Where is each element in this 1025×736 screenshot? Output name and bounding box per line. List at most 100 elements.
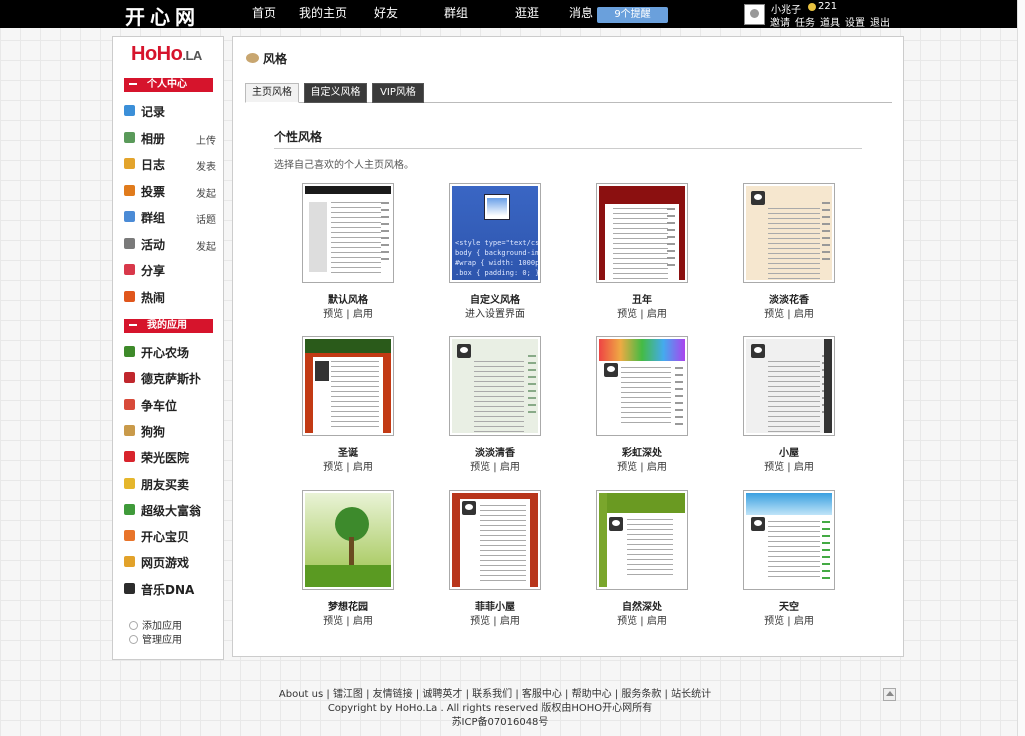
sidebar-item[interactable]: 活动 发起 xyxy=(124,236,216,254)
style-thumbnail[interactable] xyxy=(449,490,541,590)
preview-link[interactable]: 预览 xyxy=(764,616,784,627)
nav-groups[interactable]: 群组 xyxy=(414,0,498,28)
sidebar-item[interactable]: 群组 话题 xyxy=(124,209,216,227)
star-game-icon xyxy=(124,556,135,568)
app-item[interactable]: 网页游戏 xyxy=(124,554,216,572)
sidebar-item-action[interactable]: 发表 xyxy=(196,158,216,173)
app-item[interactable]: 超级大富翁 xyxy=(124,502,216,520)
sidebar-item[interactable]: 相册 上传 xyxy=(124,130,216,148)
enable-link[interactable]: 启用 xyxy=(794,616,814,627)
style-card: 圣诞 预览 | 启用 xyxy=(288,336,408,476)
user-avatar[interactable] xyxy=(744,4,765,25)
scroll-top-button[interactable] xyxy=(883,688,896,701)
style-thumbnail[interactable] xyxy=(743,336,835,436)
sidebar-item[interactable]: 记录 xyxy=(124,103,216,121)
add-app-link[interactable]: 添加应用 xyxy=(129,617,182,632)
app-item[interactable]: 德克萨斯扑 xyxy=(124,370,216,388)
style-card: 自然深处 预览 | 启用 xyxy=(582,490,702,630)
thumbnail-preview xyxy=(599,493,685,587)
items-link[interactable]: 道具 xyxy=(820,14,840,29)
tab-vip-style[interactable]: VIP风格 xyxy=(372,83,424,103)
style-thumbnail[interactable] xyxy=(302,336,394,436)
sidebar-item[interactable]: 投票 发起 xyxy=(124,183,216,201)
style-thumbnail[interactable] xyxy=(596,490,688,590)
app-item[interactable]: 朋友买卖 xyxy=(124,476,216,494)
preview-link[interactable]: 预览 xyxy=(617,309,637,320)
sidebar-item-action[interactable]: 发起 xyxy=(196,238,216,253)
invite-link[interactable]: 邀请 xyxy=(770,14,790,29)
enable-link[interactable]: 启用 xyxy=(794,462,814,473)
sidebar-item[interactable]: 日志 发表 xyxy=(124,156,216,174)
style-thumbnail[interactable] xyxy=(449,336,541,436)
style-thumbnail[interactable] xyxy=(302,490,394,590)
preview-link[interactable]: 预览 xyxy=(470,462,490,473)
manage-app-link[interactable]: 管理应用 xyxy=(129,631,182,646)
sidebar-item-action[interactable]: 发起 xyxy=(196,185,216,200)
style-actions: 进入设置界面 xyxy=(435,305,555,320)
enable-link[interactable]: 启用 xyxy=(794,309,814,320)
preview-link[interactable]: 预览 xyxy=(323,309,343,320)
sidebar-item-action[interactable]: 上传 xyxy=(196,132,216,147)
nav-friends[interactable]: 好友 xyxy=(358,0,414,28)
style-name: 丑年 xyxy=(632,295,652,306)
enable-link[interactable]: 启用 xyxy=(353,616,373,627)
main-panel: 风格 主页风格 自定义风格 VIP风格 个性风格 选择自己喜欢的个人主页风格。 … xyxy=(232,36,904,657)
flame-icon xyxy=(124,290,135,302)
preview-link[interactable]: 预览 xyxy=(323,616,343,627)
my-apps-header[interactable]: 我的应用 xyxy=(124,319,213,333)
style-thumbnail[interactable] xyxy=(596,183,688,283)
sidebar-item-label: 记录 xyxy=(141,105,166,119)
tab-custom-style[interactable]: 自定义风格 xyxy=(304,83,367,103)
app-item[interactable]: 狗狗 xyxy=(124,423,216,441)
preview-link[interactable]: 预览 xyxy=(617,616,637,627)
logout-link[interactable]: 退出 xyxy=(870,14,890,29)
tab-homepage-style[interactable]: 主页风格 xyxy=(245,83,299,103)
preview-link[interactable]: 预览 xyxy=(764,462,784,473)
app-item[interactable]: 开心宝贝 xyxy=(124,528,216,546)
preview-link[interactable]: 预览 xyxy=(323,462,343,473)
link-separator: | xyxy=(490,616,500,627)
nav-home[interactable]: 首页 xyxy=(240,0,288,28)
link-separator: | xyxy=(343,616,353,627)
enable-link[interactable]: 启用 xyxy=(500,616,520,627)
notification-badge[interactable]: 9个提醒 xyxy=(597,7,668,23)
style-thumbnail[interactable] xyxy=(743,490,835,590)
nav-my-homepage[interactable]: 我的主页 xyxy=(288,0,358,28)
icp-number: 苏ICP备07016048号 xyxy=(451,717,549,728)
sidebar-item[interactable]: 分享 xyxy=(124,262,216,280)
nav-browse[interactable]: 逛逛 xyxy=(498,0,556,28)
preview-link[interactable]: 预览 xyxy=(470,616,490,627)
app-item[interactable]: 音乐DNA xyxy=(124,581,216,599)
style-thumbnail[interactable] xyxy=(596,336,688,436)
style-actions: 预览 | 启用 xyxy=(288,458,408,473)
settings-link[interactable]: 设置 xyxy=(845,14,865,29)
site-logo[interactable]: 开心网 xyxy=(125,1,200,30)
app-item[interactable]: 争车位 xyxy=(124,397,216,415)
group-icon xyxy=(124,211,135,222)
app-item-label: 狗狗 xyxy=(141,424,166,439)
app-item[interactable]: 荣光医院 xyxy=(124,449,216,467)
personal-center-header[interactable]: 个人中心 xyxy=(124,78,213,92)
tasks-link[interactable]: 任务 xyxy=(795,14,815,29)
preview-link[interactable]: 预览 xyxy=(764,309,784,320)
brand-logo[interactable]: HoHo.LA xyxy=(131,43,202,66)
style-thumbnail[interactable] xyxy=(302,183,394,283)
app-item[interactable]: 开心农场 xyxy=(124,344,216,362)
style-name: 淡淡花香 xyxy=(769,295,809,306)
enable-link[interactable]: 启用 xyxy=(500,462,520,473)
enable-link[interactable]: 启用 xyxy=(647,462,667,473)
enable-link[interactable]: 启用 xyxy=(353,309,373,320)
top-bar: 开心网 首页 我的主页 好友 群组 逛逛 消息 9个提醒 小兆子 221 邀请 … xyxy=(0,0,1025,30)
preview-link[interactable]: 预览 xyxy=(617,462,637,473)
sidebar-item[interactable]: 热闹 xyxy=(124,289,216,307)
sidebar-item-action[interactable]: 话题 xyxy=(196,211,216,226)
enable-link[interactable]: 启用 xyxy=(647,309,667,320)
thumbnail-preview xyxy=(452,493,538,587)
enable-link[interactable]: 启用 xyxy=(353,462,373,473)
code-line: body { background-im xyxy=(455,249,538,257)
enter-settings-link[interactable]: 进入设置界面 xyxy=(465,309,525,320)
style-thumbnail[interactable] xyxy=(743,183,835,283)
style-thumbnail[interactable]: <style type="text/css" body { background-… xyxy=(449,183,541,283)
style-name: 淡淡清香 xyxy=(475,448,515,459)
enable-link[interactable]: 启用 xyxy=(647,616,667,627)
